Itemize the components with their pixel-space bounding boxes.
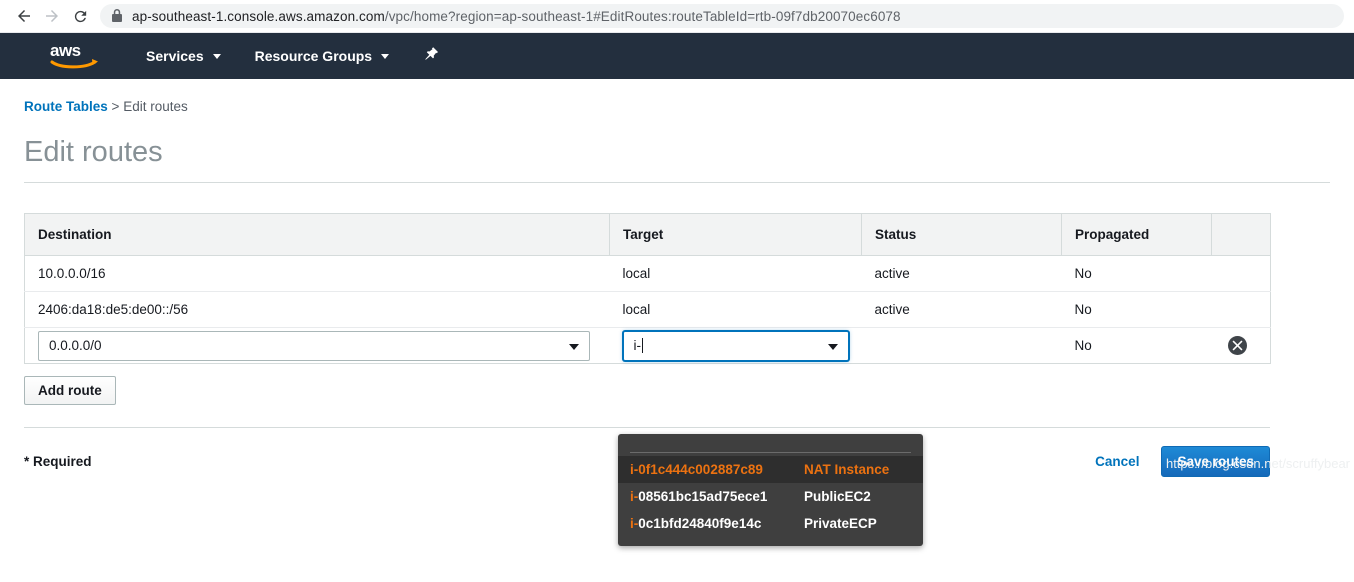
table-header: Destination Target Status Propagated xyxy=(24,213,1271,256)
cell-status-empty xyxy=(862,328,1062,364)
cell-actions xyxy=(1212,328,1271,364)
column-header-target: Target xyxy=(609,213,862,256)
autocomplete-option-name: PrivateECP xyxy=(804,516,877,531)
target-typed-value: i- xyxy=(633,338,642,353)
cell-destination: 2406:da18:de5:de00::/56 xyxy=(38,302,189,317)
watermark: https://blog.csdn.net/scruffybear xyxy=(1165,456,1350,471)
autocomplete-option-id-rest: 0c1bfd24840f9e14c xyxy=(638,516,762,531)
url-path: /vpc/home?region=ap-southeast-1#EditRout… xyxy=(384,8,901,24)
add-route-button[interactable]: Add route xyxy=(24,376,116,405)
breadcrumb-route-tables[interactable]: Route Tables xyxy=(24,99,108,114)
column-header-actions xyxy=(1212,214,1271,256)
destination-value: 0.0.0.0/0 xyxy=(49,338,102,353)
cancel-button[interactable]: Cancel xyxy=(1095,454,1139,469)
autocomplete-option-id: i-0f1c444c002887c89 xyxy=(630,462,804,477)
chevron-down-icon xyxy=(212,53,221,59)
autocomplete-option-id: i-0c1bfd24840f9e14c xyxy=(630,516,804,531)
cell-target-editor: i- xyxy=(610,328,862,364)
chevron-down-icon xyxy=(381,53,390,59)
aws-logo[interactable]: aws xyxy=(50,41,102,71)
back-arrow-icon xyxy=(15,7,33,25)
autocomplete-option-id: i-08561bc15ad75ece1 xyxy=(630,489,804,504)
chevron-down-icon xyxy=(569,343,579,350)
remove-circle-icon xyxy=(1232,340,1243,351)
autocomplete-divider xyxy=(630,452,911,453)
column-header-destination: Destination xyxy=(24,213,610,256)
column-header-propagated: Propagated xyxy=(1061,213,1212,256)
forward-button[interactable] xyxy=(38,2,66,30)
url-domain: ap-southeast-1.console.aws.amazon.com xyxy=(132,8,385,24)
nav-resource-groups-label: Resource Groups xyxy=(254,48,373,64)
cell-actions xyxy=(1212,256,1271,292)
table-body: 10.0.0.0/16 local active No 2406:da18:de… xyxy=(24,255,1271,364)
remove-route-button[interactable] xyxy=(1227,336,1247,355)
cell-status: active xyxy=(874,266,910,281)
text-cursor xyxy=(642,338,643,353)
autocomplete-option[interactable]: i-0f1c444c002887c89 NAT Instance xyxy=(618,456,923,483)
cell-propagated: No xyxy=(1074,266,1092,281)
address-bar[interactable]: ap-southeast-1.console.aws.amazon.com/vp… xyxy=(100,4,1344,28)
autocomplete-option[interactable]: i-0c1bfd24840f9e14c PrivateECP xyxy=(618,510,923,537)
table-row-editable: 0.0.0.0/0 i- No xyxy=(24,327,1271,364)
cell-propagated: No xyxy=(1074,338,1092,353)
url-text: ap-southeast-1.console.aws.amazon.com/vp… xyxy=(132,9,901,24)
autocomplete-option-name: NAT Instance xyxy=(804,462,890,477)
breadcrumb: Route Tables > Edit routes xyxy=(24,79,1330,114)
autocomplete-option-id-prefix: i- xyxy=(630,516,639,531)
table-header-row: Destination Target Status Propagated xyxy=(24,213,1271,256)
browser-toolbar: ap-southeast-1.console.aws.amazon.com/vp… xyxy=(0,0,1354,33)
required-note: * Required xyxy=(24,454,92,469)
lock-icon xyxy=(111,9,123,23)
target-autocomplete-dropdown[interactable]: i-0f1c444c002887c89 NAT Instance i-08561… xyxy=(618,434,923,546)
autocomplete-option[interactable]: i-08561bc15ad75ece1 PublicEC2 xyxy=(618,483,923,510)
table-row: 10.0.0.0/16 local active No xyxy=(24,255,1271,292)
cell-actions xyxy=(1212,292,1271,328)
pin-icon xyxy=(423,46,439,67)
pin-button[interactable] xyxy=(423,46,439,67)
back-button[interactable] xyxy=(10,2,38,30)
cell-status: active xyxy=(874,302,910,317)
title-divider xyxy=(24,182,1330,183)
destination-select[interactable]: 0.0.0.0/0 xyxy=(38,330,590,361)
chevron-down-icon xyxy=(827,343,838,350)
autocomplete-option-id-prefix: i- xyxy=(630,462,639,477)
cell-target: local xyxy=(622,302,651,317)
svg-text:aws: aws xyxy=(50,41,81,60)
target-input[interactable]: i- xyxy=(622,330,849,361)
cell-destination-editor: 0.0.0.0/0 xyxy=(25,328,610,364)
cell-propagated: No xyxy=(1074,302,1092,317)
routes-table: Destination Target Status Propagated 10.… xyxy=(24,213,1271,364)
autocomplete-option-name: PublicEC2 xyxy=(804,489,871,504)
breadcrumb-current: Edit routes xyxy=(123,99,188,114)
nav-services[interactable]: Services xyxy=(146,48,221,64)
cell-destination: 10.0.0.0/16 xyxy=(38,266,106,281)
aws-top-navigation: aws Services Resource Groups xyxy=(0,33,1354,79)
page-content: Route Tables > Edit routes Edit routes D… xyxy=(0,79,1354,546)
table-row: 2406:da18:de5:de00::/56 local active No xyxy=(24,291,1271,328)
autocomplete-option-id-rest: 0f1c444c002887c89 xyxy=(638,462,763,477)
forward-arrow-icon xyxy=(43,7,61,25)
column-header-status: Status xyxy=(861,213,1062,256)
reload-icon xyxy=(72,8,89,25)
nav-resource-groups[interactable]: Resource Groups xyxy=(254,48,390,64)
breadcrumb-separator: > xyxy=(111,99,120,114)
nav-services-label: Services xyxy=(146,48,204,64)
autocomplete-option-id-prefix: i- xyxy=(630,489,639,504)
page-title: Edit routes xyxy=(24,136,163,168)
cell-target: local xyxy=(622,266,651,281)
autocomplete-option-id-rest: 08561bc15ad75ece1 xyxy=(638,489,768,504)
reload-button[interactable] xyxy=(66,2,94,30)
